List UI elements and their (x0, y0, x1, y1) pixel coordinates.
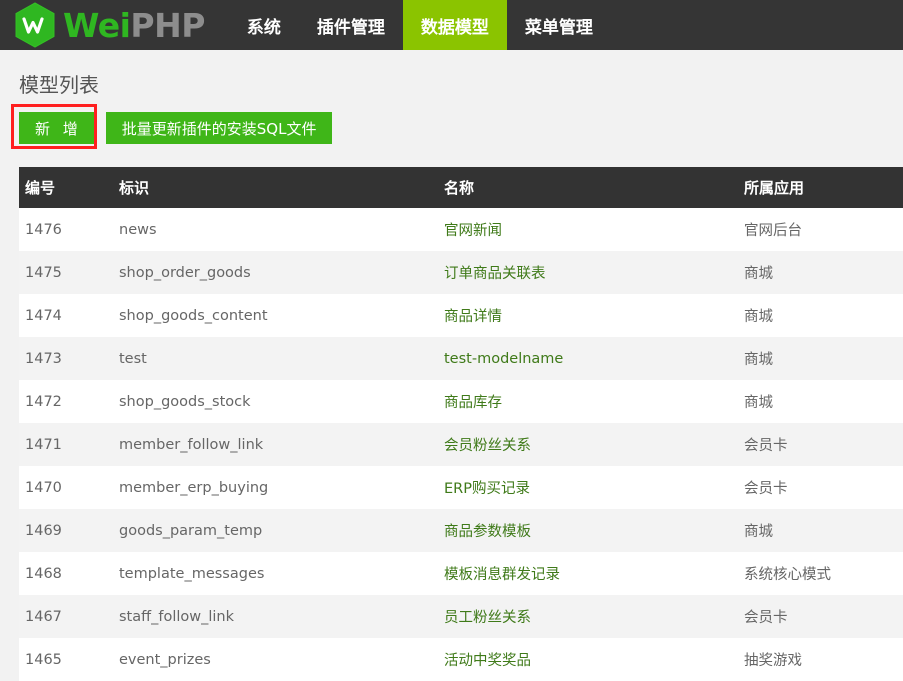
cell-ident: shop_order_goods (119, 264, 251, 281)
cell-app: 商城 (744, 266, 773, 282)
cell-id: 1470 (25, 479, 62, 496)
model-name-link[interactable]: 商品参数模板 (444, 524, 531, 540)
cell-id: 1467 (25, 608, 62, 625)
top-navigation-bar: WeiPHP 系统 插件管理 数据模型 菜单管理 (0, 0, 903, 50)
cell-id: 1472 (25, 393, 62, 410)
cell-ident: staff_follow_link (119, 608, 235, 625)
nav-item-plugin-management[interactable]: 插件管理 (299, 0, 403, 50)
table-row[interactable]: 1468 template_messages 模板消息群发记录 系统核心模式 (19, 552, 903, 595)
table-row[interactable]: 1469 goods_param_temp 商品参数模板 商城 (19, 509, 903, 552)
cell-app: 商城 (744, 309, 773, 325)
cell-id: 1475 (25, 264, 62, 281)
model-name-link[interactable]: 员工粉丝关系 (444, 610, 531, 626)
model-name-link[interactable]: test-modelname (444, 351, 563, 367)
table-body: 1476 news 官网新闻 官网后台 1475 shop_order_good… (19, 208, 903, 681)
cell-id: 1469 (25, 522, 62, 539)
table-row[interactable]: 1474 shop_goods_content 商品详情 商城 (19, 294, 903, 337)
cell-ident: template_messages (119, 565, 265, 582)
model-name-link[interactable]: 订单商品关联表 (444, 266, 546, 282)
brand-wordmark-php: PHP (130, 5, 205, 45)
cell-name: 商品参数模板 (444, 509, 744, 552)
table-header: 编号 标识 名称 所属应用 (19, 167, 903, 208)
model-name-link[interactable]: 会员粉丝关系 (444, 438, 531, 454)
cell-id: 1465 (25, 651, 62, 668)
model-table-container: 编号 标识 名称 所属应用 1476 news 官网新闻 官网后台 1475 s… (19, 167, 903, 681)
page-title: 模型列表 (19, 73, 99, 97)
cell-name: 商品库存 (444, 380, 744, 423)
cell-id: 1473 (25, 350, 62, 367)
cell-name: 官网新闻 (444, 208, 744, 251)
cell-id: 1471 (25, 436, 62, 453)
cell-name: 模板消息群发记录 (444, 552, 744, 595)
cell-app: 商城 (744, 352, 773, 368)
page-content: 模型列表 新 增 批量更新插件的安装SQL文件 编号 标识 名称 所属应用 14… (0, 50, 903, 681)
column-header-id: 编号 (19, 167, 119, 208)
cell-ident: member_follow_link (119, 436, 264, 453)
cell-app: 会员卡 (744, 438, 788, 454)
brand-wordmark-wei: Wei (63, 5, 131, 45)
table-row[interactable]: 1472 shop_goods_stock 商品库存 商城 (19, 380, 903, 423)
model-name-link[interactable]: 商品库存 (444, 395, 502, 411)
cell-app: 官网后台 (744, 223, 802, 239)
column-header-name: 名称 (444, 167, 744, 208)
table-row[interactable]: 1465 event_prizes 活动中奖奖品 抽奖游戏 (19, 638, 903, 681)
column-header-app: 所属应用 (744, 167, 903, 208)
cell-name: test-modelname (444, 337, 744, 380)
cell-ident: event_prizes (119, 651, 211, 668)
weiphp-hexagon-logo-icon (14, 2, 56, 48)
cell-ident: test (119, 350, 147, 367)
table-row[interactable]: 1471 member_follow_link 会员粉丝关系 会员卡 (19, 423, 903, 466)
cell-name: 会员粉丝关系 (444, 423, 744, 466)
cell-id: 1468 (25, 565, 62, 582)
cell-name: 订单商品关联表 (444, 251, 744, 294)
column-header-ident: 标识 (119, 167, 444, 208)
model-name-link[interactable]: 模板消息群发记录 (444, 567, 560, 583)
cell-ident: member_erp_buying (119, 479, 269, 496)
table-row[interactable]: 1476 news 官网新闻 官网后台 (19, 208, 903, 251)
table-row[interactable]: 1470 member_erp_buying ERP购买记录 会员卡 (19, 466, 903, 509)
cell-app: 会员卡 (744, 610, 788, 626)
cell-name: ERP购买记录 (444, 466, 744, 509)
main-nav: 系统 插件管理 数据模型 菜单管理 (229, 0, 611, 50)
cell-ident: shop_goods_content (119, 307, 268, 324)
cell-name: 员工粉丝关系 (444, 595, 744, 638)
table-row[interactable]: 1475 shop_order_goods 订单商品关联表 商城 (19, 251, 903, 294)
cell-ident: shop_goods_stock (119, 393, 251, 410)
nav-item-data-model[interactable]: 数据模型 (402, 0, 507, 50)
model-name-link[interactable]: ERP购买记录 (444, 481, 530, 497)
table-row[interactable]: 1467 staff_follow_link 员工粉丝关系 会员卡 (19, 595, 903, 638)
cell-app: 抽奖游戏 (744, 653, 802, 669)
cell-id: 1476 (25, 221, 62, 238)
table-row[interactable]: 1473 test test-modelname 商城 (19, 337, 903, 380)
cell-app: 系统核心模式 (744, 567, 831, 583)
table-header-row: 编号 标识 名称 所属应用 (19, 167, 903, 208)
add-button[interactable]: 新 增 (19, 112, 94, 144)
cell-name: 活动中奖奖品 (444, 638, 744, 681)
brand-wordmark: WeiPHP (63, 9, 205, 42)
cell-name: 商品详情 (444, 294, 744, 337)
model-table: 编号 标识 名称 所属应用 1476 news 官网新闻 官网后台 1475 s… (19, 167, 903, 681)
cell-ident: goods_param_temp (119, 522, 263, 539)
toolbar: 新 增 批量更新插件的安装SQL文件 (0, 98, 903, 158)
model-name-link[interactable]: 活动中奖奖品 (444, 653, 531, 669)
cell-app: 会员卡 (744, 481, 788, 497)
model-name-link[interactable]: 商品详情 (444, 309, 502, 325)
nav-item-menu-management[interactable]: 菜单管理 (507, 0, 611, 50)
bulk-update-plugin-sql-button[interactable]: 批量更新插件的安装SQL文件 (105, 112, 333, 144)
cell-app: 商城 (744, 524, 773, 540)
brand-logo-link[interactable]: WeiPHP (0, 0, 223, 50)
nav-item-system[interactable]: 系统 (229, 0, 299, 50)
cell-ident: news (119, 221, 157, 238)
cell-app: 商城 (744, 395, 773, 411)
model-name-link[interactable]: 官网新闻 (444, 223, 502, 239)
cell-id: 1474 (25, 307, 62, 324)
